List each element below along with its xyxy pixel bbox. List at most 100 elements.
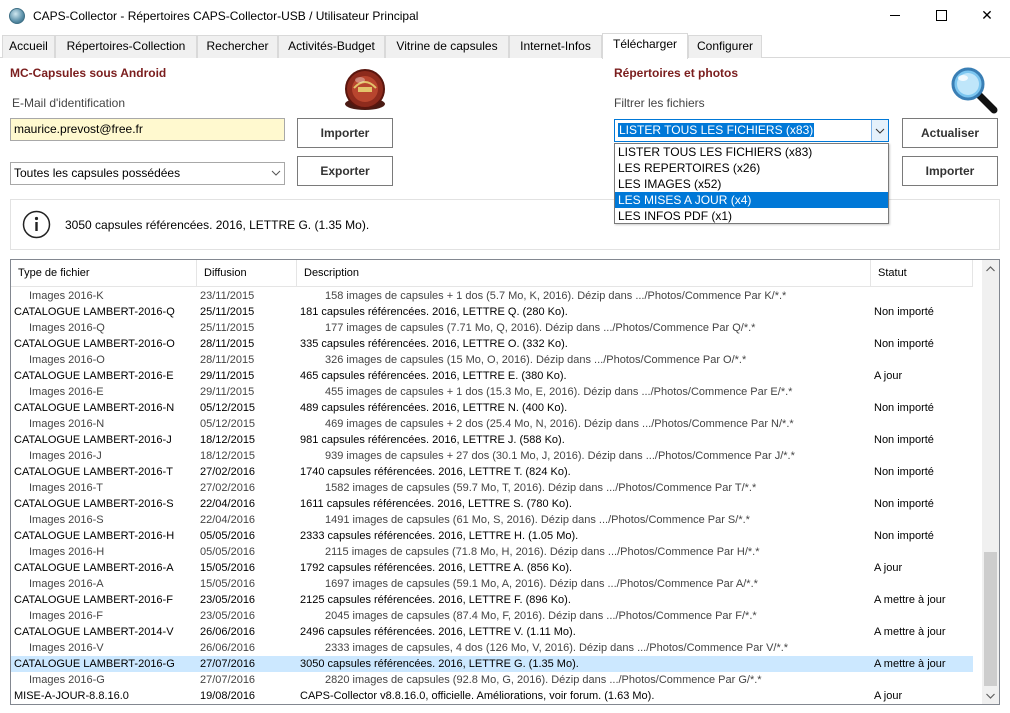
vertical-scrollbar[interactable]: [982, 260, 999, 704]
tab-configurer[interactable]: Configurer: [688, 35, 762, 58]
import-files-button[interactable]: Importer: [902, 156, 998, 186]
table-row[interactable]: CATALOGUE LAMBERT-2016-N 05/12/2015 489 ca…: [11, 400, 973, 416]
tab-activites-budget[interactable]: Activités-Budget: [278, 35, 385, 58]
cell-description: 1611 capsules référencées. 2016, LETTRE …: [300, 498, 572, 510]
table-row[interactable]: CATALOGUE LAMBERT-2014-V 26/06/2016 2496 c…: [11, 624, 973, 640]
tab-vitrine-de-capsules[interactable]: Vitrine de capsules: [385, 35, 509, 58]
title-bar: CAPS-Collector - Répertoires CAPS-Collec…: [0, 0, 1010, 31]
cell-date: 29/11/2015: [200, 386, 255, 398]
cell-type: CATALOGUE LAMBERT-2016-N: [14, 402, 175, 414]
table-row[interactable]: Images 2016-A 15/05/2016 1697 images de ca…: [11, 576, 973, 592]
cell-status: Non importé: [874, 338, 934, 350]
table-row[interactable]: CATALOGUE LAMBERT-2016-H 05/05/2016 2333 c…: [11, 528, 973, 544]
file-filter-dropdown: LISTER TOUS LES FICHIERS (x83) LES REPER…: [614, 143, 889, 224]
window-title: CAPS-Collector - Répertoires CAPS-Collec…: [33, 8, 419, 23]
cell-status: A mettre à jour: [874, 594, 946, 606]
table-row[interactable]: CATALOGUE LAMBERT-2016-O 28/11/2015 335 ca…: [11, 336, 973, 352]
cell-date: 15/05/2016: [200, 578, 256, 590]
cell-type: Images 2016-O: [29, 354, 105, 366]
column-header-description[interactable]: Description: [297, 260, 871, 287]
cell-type: CATALOGUE LAMBERT-2016-E: [14, 370, 174, 382]
dropdown-option-updates[interactable]: LES MISES A JOUR (x4): [615, 192, 888, 208]
capsule-filter-value: Toutes les capsules possédées: [14, 166, 181, 180]
refresh-button[interactable]: Actualiser: [902, 118, 998, 148]
column-header-status[interactable]: Statut: [871, 260, 973, 287]
cell-date: 19/08/2016: [200, 690, 256, 702]
scroll-down-button[interactable]: [982, 687, 999, 704]
table-row[interactable]: MISE-A-JOUR-8.8.16.0 19/08/2016 CAPS-Colle…: [11, 688, 973, 704]
import-android-button[interactable]: Importer: [297, 118, 393, 148]
cell-date: 18/12/2015: [200, 450, 256, 462]
tab-internet-infos[interactable]: Internet-Infos: [509, 35, 602, 58]
cell-date: 27/07/2016: [200, 658, 256, 670]
minimize-button[interactable]: [872, 0, 918, 31]
cell-date: 26/06/2016: [200, 626, 256, 638]
maximize-button[interactable]: [918, 0, 964, 31]
cell-description: 489 capsules référencées. 2016, LETTRE N…: [300, 402, 568, 414]
tab-rechercher[interactable]: Rechercher: [197, 35, 278, 58]
table-row[interactable]: Images 2016-N 05/12/2015 469 images de cap…: [11, 416, 973, 432]
cell-description: 1582 images de capsules (59.7 Mo, T, 201…: [325, 482, 757, 494]
cell-type: Images 2016-G: [29, 674, 105, 686]
cell-status: Non importé: [874, 498, 934, 510]
cell-description: 465 capsules référencées. 2016, LETTRE E…: [300, 370, 567, 382]
table-row[interactable]: Images 2016-V 26/06/2016 2333 images de ca…: [11, 640, 973, 656]
table-header: Type de fichier Diffusion Description St…: [11, 260, 973, 287]
table-row[interactable]: CATALOGUE LAMBERT-2016-Q 25/11/2015 181 ca…: [11, 304, 973, 320]
dropdown-option-directories[interactable]: LES REPERTOIRES (x26): [615, 160, 888, 176]
table-row[interactable]: CATALOGUE LAMBERT-2016-J 18/12/2015 981 ca…: [11, 432, 973, 448]
table-row[interactable]: Images 2016-K 23/11/2015 158 images de cap…: [11, 288, 973, 304]
table-row[interactable]: CATALOGUE LAMBERT-2016-A 15/05/2016 1792 c…: [11, 560, 973, 576]
cell-date: 22/04/2016: [200, 514, 256, 526]
cell-description: 335 capsules référencées. 2016, LETTRE O…: [300, 338, 568, 350]
table-row[interactable]: Images 2016-J 18/12/2015 939 images de cap…: [11, 448, 973, 464]
table-row[interactable]: Images 2016-Q 25/11/2015 177 images de cap…: [11, 320, 973, 336]
tab-accueil[interactable]: Accueil: [2, 35, 55, 58]
table-row[interactable]: CATALOGUE LAMBERT-2016-T 27/02/2016 1740 c…: [11, 464, 973, 480]
cell-date: 28/11/2015: [200, 354, 255, 366]
dropdown-button[interactable]: [871, 120, 888, 141]
cell-status: A jour: [874, 562, 903, 574]
cell-type: Images 2016-T: [29, 482, 103, 494]
cell-date: 29/11/2015: [200, 370, 255, 382]
table-row[interactable]: Images 2016-F 23/05/2016 2045 images de ca…: [11, 608, 973, 624]
file-filter-select[interactable]: LISTER TOUS LES FICHIERS (x83): [614, 119, 889, 142]
table-row[interactable]: CATALOGUE LAMBERT-2016-F 23/05/2016 2125 c…: [11, 592, 973, 608]
cell-description: 469 images de capsules + 2 dos (25.4 Mo,…: [325, 418, 794, 430]
cell-type: CATALOGUE LAMBERT-2016-A: [14, 562, 174, 574]
dropdown-option-images[interactable]: LES IMAGES (x52): [615, 176, 888, 192]
table-row[interactable]: Images 2016-H 05/05/2016 2115 images de ca…: [11, 544, 973, 560]
table-row[interactable]: Images 2016-S 22/04/2016 1491 images de ca…: [11, 512, 973, 528]
dropdown-option-pdf-infos[interactable]: LES INFOS PDF (x1): [615, 208, 888, 224]
cell-type: CATALOGUE LAMBERT-2016-F: [14, 594, 173, 606]
column-header-date[interactable]: Diffusion: [197, 260, 297, 287]
chevron-down-icon: [986, 693, 995, 699]
cell-status: A jour: [874, 690, 903, 702]
cell-date: 05/05/2016: [200, 530, 256, 542]
close-button[interactable]: ✕: [964, 0, 1010, 31]
table-row[interactable]: CATALOGUE LAMBERT-2016-G 27/07/2016 3050 c…: [11, 656, 973, 672]
table-row[interactable]: CATALOGUE LAMBERT-2016-S 22/04/2016 1611 c…: [11, 496, 973, 512]
table-row[interactable]: Images 2016-E 29/11/2015 455 images de cap…: [11, 384, 973, 400]
cell-type: Images 2016-S: [29, 514, 104, 526]
scroll-thumb[interactable]: [984, 552, 997, 686]
table-row[interactable]: Images 2016-G 27/07/2016 2820 images de ca…: [11, 672, 973, 688]
cell-type: Images 2016-N: [29, 418, 105, 430]
table-row[interactable]: CATALOGUE LAMBERT-2016-E 29/11/2015 465 ca…: [11, 368, 973, 384]
dropdown-option-all-files[interactable]: LISTER TOUS LES FICHIERS (x83): [615, 144, 888, 160]
tab-telecharger[interactable]: Télécharger: [602, 33, 688, 59]
cell-date: 26/06/2016: [200, 642, 256, 654]
table-row[interactable]: Images 2016-T 27/02/2016 1582 images de ca…: [11, 480, 973, 496]
tab-repertoires-collection[interactable]: Répertoires-Collection: [55, 35, 197, 58]
export-button[interactable]: Exporter: [297, 156, 393, 186]
column-header-type[interactable]: Type de fichier: [11, 260, 197, 287]
table-row[interactable]: Images 2016-O 28/11/2015 326 images de cap…: [11, 352, 973, 368]
cell-description: 181 capsules référencées. 2016, LETTRE Q…: [300, 306, 568, 318]
email-field[interactable]: maurice.prevost@free.fr: [10, 118, 285, 141]
cell-status: Non importé: [874, 402, 934, 414]
cell-description: 2115 images de capsules (71.8 Mo, H, 201…: [325, 546, 760, 558]
cell-date: 05/12/2015: [200, 402, 256, 414]
cell-date: 18/12/2015: [200, 434, 256, 446]
capsule-filter-select[interactable]: Toutes les capsules possédées: [10, 162, 285, 185]
scroll-up-button[interactable]: [982, 260, 999, 277]
